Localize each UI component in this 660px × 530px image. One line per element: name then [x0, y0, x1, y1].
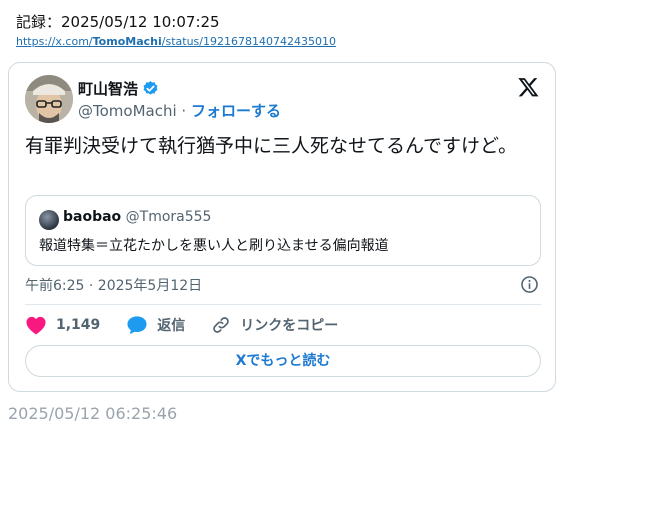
author-name: 町山智浩	[78, 80, 139, 98]
saved-timestamp: 2025/05/12 06:25:46	[8, 404, 178, 423]
divider	[25, 304, 541, 305]
quoted-author-name: baobao	[63, 209, 122, 225]
reply-bubble-icon	[127, 316, 147, 335]
reply-label: 返信	[157, 318, 186, 334]
quoted-header: baobao @Tmora555	[63, 209, 211, 225]
x-logo-icon[interactable]	[517, 76, 540, 98]
author-handle-row: @TomoMachi · フォローする	[78, 100, 281, 121]
record-timestamp: 記録：2025/05/12 10:07:25	[16, 13, 220, 31]
author-avatar[interactable]	[25, 75, 73, 123]
quoted-author-handle: @Tmora555	[125, 209, 212, 225]
tweet-text: 有罪判決受けて執行猶予中に三人死なせてるんですけど。	[25, 135, 518, 157]
copy-link-button[interactable]: リンクをコピー	[211, 315, 338, 335]
source-url-link[interactable]: https://x.com/TomoMachi/status/192167814…	[16, 35, 336, 48]
link-icon	[213, 317, 230, 333]
info-icon[interactable]	[520, 275, 539, 294]
author-name-row[interactable]: 町山智浩	[78, 78, 159, 99]
verified-badge-icon	[143, 81, 158, 95]
url-user: TomoMachi	[92, 35, 162, 48]
heart-icon	[26, 316, 46, 335]
reply-button[interactable]: 返信	[126, 315, 185, 335]
quoted-tweet[interactable]: baobao @Tmora555 報道特集＝立花たかしを悪い人と刷り込ませる偏向…	[25, 195, 541, 266]
read-more-button[interactable]: Xでもっと読む	[25, 345, 541, 377]
handle-separator: ·	[176, 102, 191, 120]
copy-link-label: リンクをコピー	[240, 318, 339, 334]
like-count: 1,149	[56, 317, 101, 333]
quoted-avatar	[39, 210, 59, 230]
quoted-text: 報道特集＝立花たかしを悪い人と刷り込ませる偏向報道	[39, 238, 389, 254]
url-prefix: https://x.com/	[16, 35, 93, 48]
tweet-card: 町山智浩 @TomoMachi · フォローする 有罪判決受けて執行猶予中に三人…	[8, 62, 556, 392]
action-bar: 1,149 返信 リンクをコピー	[25, 315, 364, 335]
url-suffix: /status/1921678140742435010	[161, 35, 336, 48]
tweet-timestamp[interactable]: 午前6:25 · 2025年5月12日	[25, 275, 202, 295]
author-handle[interactable]: @TomoMachi	[78, 102, 177, 120]
follow-button[interactable]: フォローする	[191, 102, 281, 120]
like-button[interactable]: 1,149	[25, 315, 100, 335]
